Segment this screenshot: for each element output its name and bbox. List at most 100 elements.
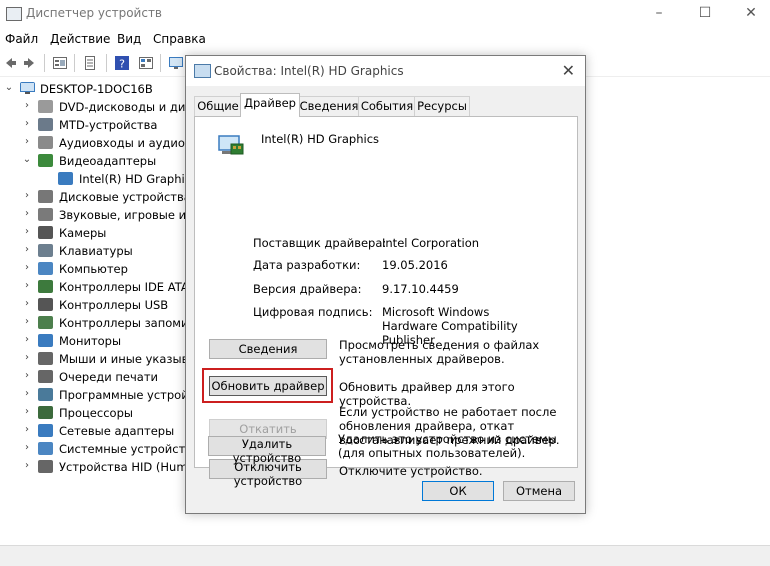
tree-item-label: Программные устрой (59, 388, 186, 402)
expand-chevron-icon[interactable]: › (22, 136, 32, 147)
close-button[interactable]: ✕ (728, 0, 770, 28)
prop-value-date: 19.05.2016 (382, 258, 448, 272)
document-icon[interactable] (82, 55, 98, 71)
tree-item-label: Камеры (59, 226, 107, 240)
expand-chevron-icon[interactable]: › (22, 460, 32, 471)
expand-chevron-icon[interactable]: › (22, 190, 32, 201)
tree-item-label: Устройства HID (Huma (59, 460, 186, 474)
update-driver-button[interactable]: Обновить драйвер (209, 376, 327, 396)
tree-item-label: Контроллеры запомин (59, 316, 186, 330)
properties-dialog: Свойства: Intel(R) HD Graphics ✕ Общие Д… (185, 55, 586, 514)
device-category-icon (38, 136, 53, 149)
prop-value-vendor: Intel Corporation (382, 236, 480, 250)
device-category-icon (38, 442, 53, 455)
expand-chevron-icon[interactable]: › (22, 424, 32, 435)
menu-help[interactable]: Справка (153, 32, 206, 46)
device-category-icon (38, 460, 53, 473)
menu-view[interactable]: Вид (117, 32, 141, 46)
tree-item-label: Мониторы (59, 334, 122, 348)
dialog-close-button[interactable]: ✕ (562, 61, 575, 80)
update-driver-desc: Обновить драйвер для этого устройства. (339, 380, 515, 408)
tab-driver[interactable]: Драйвер (240, 93, 300, 117)
tree-item-label: Дисковые устройства (59, 190, 186, 204)
expand-chevron-icon[interactable]: › (22, 406, 32, 417)
tab-general[interactable]: Общие (194, 96, 242, 116)
tree-item-label: Клавиатуры (59, 244, 133, 258)
device-category-icon (38, 226, 53, 239)
device-category-icon (38, 370, 53, 383)
expand-chevron-icon[interactable]: › (22, 226, 32, 237)
tab-resources[interactable]: Ресурсы (414, 96, 470, 116)
expand-chevron-icon[interactable]: › (22, 352, 32, 363)
expand-chevron-icon[interactable]: › (22, 370, 32, 381)
device-category-icon (38, 244, 53, 257)
tree-item-label: Intel(R) HD Graphics (79, 172, 186, 186)
computer-icon (20, 82, 35, 94)
menu-action[interactable]: Действие (50, 32, 110, 46)
device-category-icon (38, 316, 53, 329)
device-category-icon (38, 298, 53, 311)
tree-item-label: Компьютер (59, 262, 128, 276)
menu-file[interactable]: Файл (5, 32, 38, 46)
expand-chevron-icon[interactable]: › (22, 388, 32, 399)
back-arrow-icon[interactable] (2, 55, 18, 71)
collapse-chevron-icon[interactable]: ⌄ (4, 82, 14, 93)
device-name: Intel(R) HD Graphics (261, 132, 380, 146)
cancel-button[interactable]: Отмена (503, 481, 575, 501)
tree-item-label: Контроллеры IDE ATA/A (59, 280, 186, 294)
collapse-chevron-icon[interactable]: ⌄ (22, 154, 32, 165)
help-icon[interactable]: ? (114, 55, 130, 71)
display-adapter-icon (194, 64, 211, 78)
menu-bar: Файл Действие Вид Справка (0, 29, 770, 49)
forward-arrow-icon[interactable] (22, 55, 38, 71)
display-adapter-icon (218, 135, 244, 155)
tree-item-label: MTD-устройства (59, 118, 158, 132)
device-category-icon (38, 334, 53, 347)
device-manager-icon (6, 7, 22, 21)
expand-chevron-icon[interactable]: › (22, 208, 32, 219)
device-category-icon (38, 352, 53, 365)
device-category-icon (58, 172, 73, 185)
prop-label-date: Дата разработки: (253, 258, 361, 272)
dialog-title: Свойства: Intel(R) HD Graphics (214, 64, 404, 78)
expand-chevron-icon[interactable]: › (22, 262, 32, 273)
expand-chevron-icon[interactable]: › (22, 334, 32, 345)
scan-monitor-icon[interactable] (168, 55, 184, 71)
prop-label-vendor: Поставщик драйвера: (253, 236, 387, 250)
ok-button[interactable]: ОК (422, 481, 494, 501)
maximize-button[interactable]: ☐ (682, 0, 728, 28)
driver-details-desc: Просмотреть сведения о файлах установлен… (339, 338, 540, 366)
minimize-button[interactable]: – (636, 0, 682, 28)
expand-chevron-icon[interactable]: › (22, 280, 32, 291)
tree-item-label: Сетевые адаптеры (59, 424, 175, 438)
expand-chevron-icon[interactable]: › (22, 442, 32, 453)
device-category-icon (38, 406, 53, 419)
svg-text:?: ? (119, 58, 125, 71)
tree-item-label: Видеоадаптеры (59, 154, 157, 168)
device-category-icon (38, 100, 53, 113)
expand-chevron-icon[interactable]: › (22, 100, 32, 111)
tab-events[interactable]: События (358, 96, 416, 116)
properties-view-icon[interactable] (52, 55, 68, 71)
uninstall-device-button[interactable]: Удалить устройство (208, 436, 326, 465)
expand-chevron-icon[interactable]: › (22, 298, 32, 309)
tree-item-label: Процессоры (59, 406, 133, 420)
uninstall-device-desc: Удалить это устройство из системы (для о… (338, 432, 557, 460)
view-grid-icon[interactable] (138, 55, 154, 71)
prop-label-version: Версия драйвера: (253, 282, 362, 296)
device-category-icon (38, 280, 53, 293)
expand-chevron-icon[interactable]: › (22, 244, 32, 255)
driver-details-button[interactable]: Сведения (209, 339, 327, 359)
window-title: Диспетчер устройств (26, 6, 163, 20)
expand-chevron-icon[interactable]: › (22, 316, 32, 327)
disable-device-desc: Отключите устройство. (339, 464, 483, 478)
tab-details[interactable]: Сведения (298, 96, 360, 116)
device-category-icon (38, 424, 53, 437)
tree-item-label: Контроллеры USB (59, 298, 169, 312)
tree-item-label: Очереди печати (59, 370, 158, 384)
tree-item-label: Мыши и иные указыв (59, 352, 186, 366)
device-category-icon (38, 208, 53, 221)
tree-item-label: Системные устройства (59, 442, 186, 456)
device-category-icon (38, 190, 53, 203)
expand-chevron-icon[interactable]: › (22, 118, 32, 129)
